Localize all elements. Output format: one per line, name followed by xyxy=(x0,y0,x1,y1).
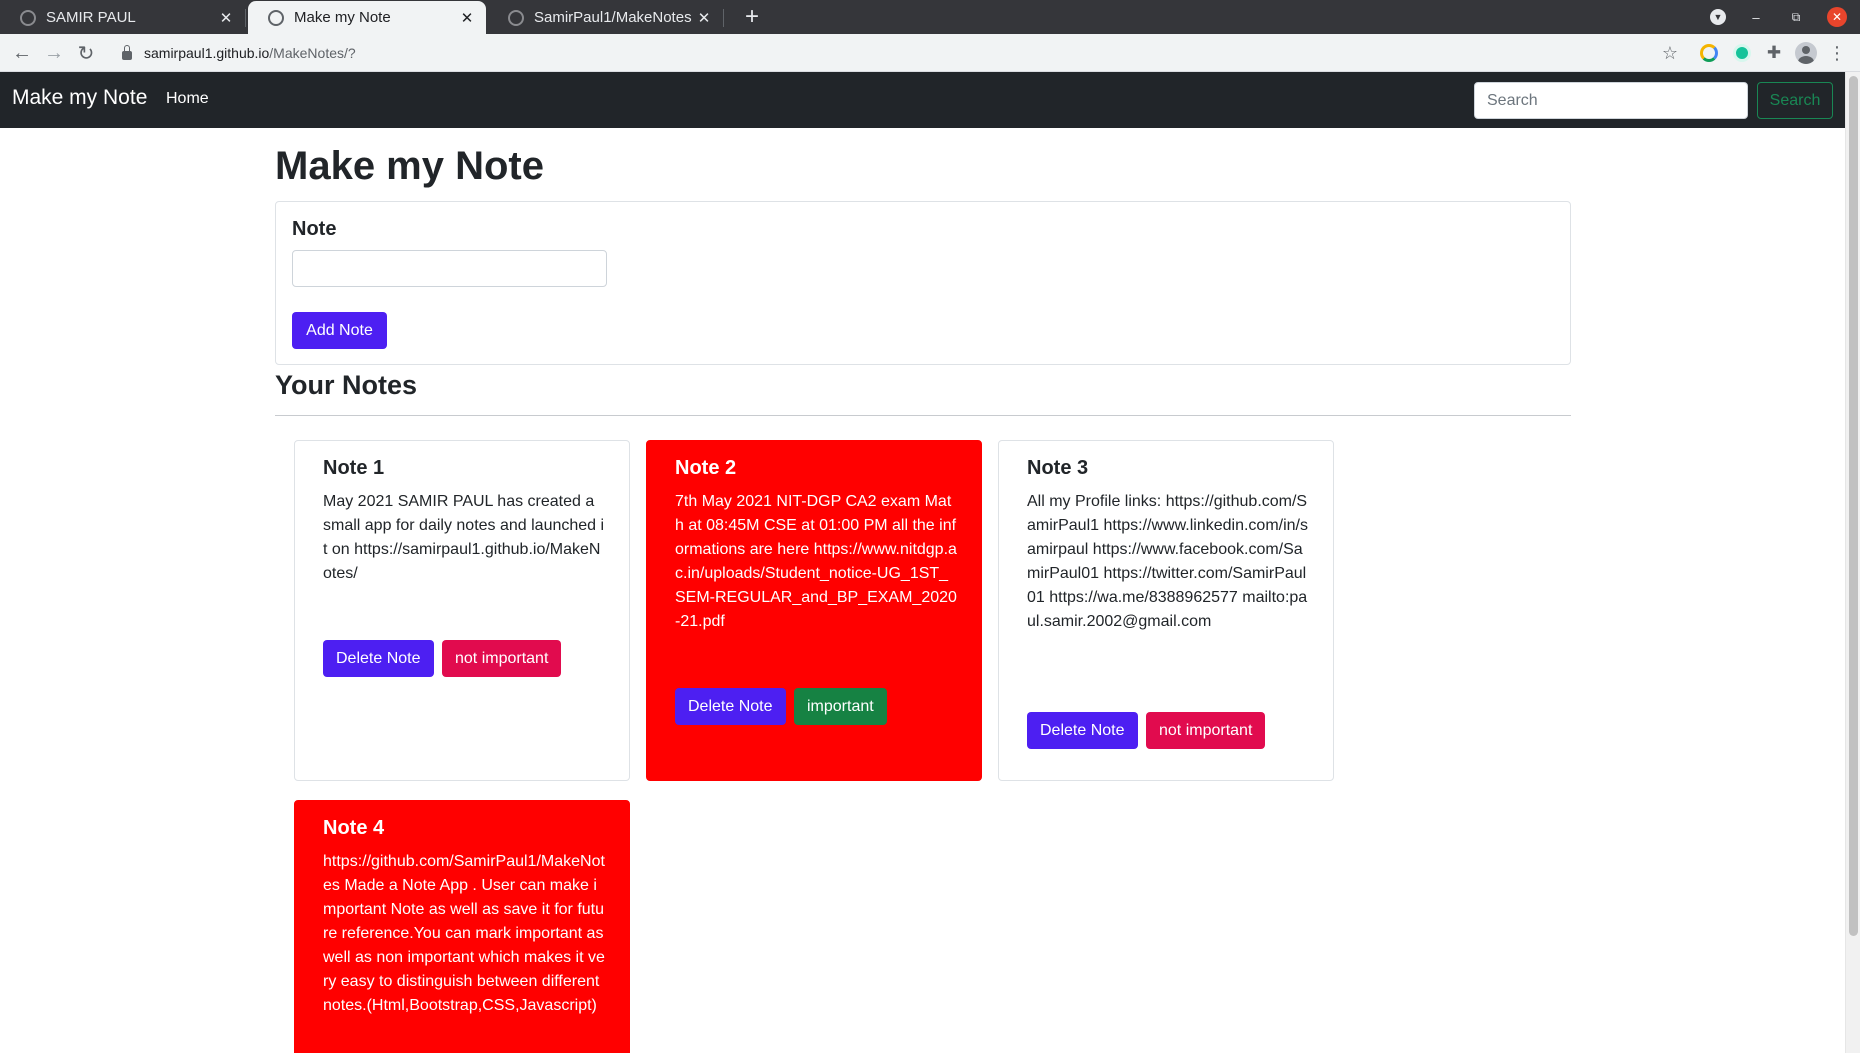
chevron-down-icon: ▼ xyxy=(1710,9,1726,25)
forward-button[interactable]: → xyxy=(40,39,68,67)
back-button[interactable]: ← xyxy=(8,39,36,67)
navbar-brand[interactable]: Make my Note xyxy=(12,86,147,110)
browser-tab-title: SAMIR PAUL xyxy=(46,9,136,26)
grammarly-extension-icon[interactable] xyxy=(1733,44,1751,62)
scrollbar-thumb[interactable] xyxy=(1849,76,1858,936)
page-viewport: Make my Note Home Search Make my Note No… xyxy=(0,72,1845,1053)
github-icon xyxy=(508,9,524,26)
note-text: May 2021 SAMIR PAUL has created a small … xyxy=(323,493,605,582)
browser-tab-strip: SAMIR PAUL ✕ Make my Note ✕ SamirPaul1/M… xyxy=(0,0,1860,34)
url-domain: samirpaul1.github.io xyxy=(144,45,270,61)
toggle-important-button[interactable]: not important xyxy=(1146,712,1266,749)
note-card-1: Note 1 May 2021 SAMIR PAUL has created a… xyxy=(294,440,630,781)
browser-tab-samir-paul[interactable]: SAMIR PAUL ✕ xyxy=(0,1,246,34)
note-card-4: Note 4 https://github.com/SamirPaul1/Mak… xyxy=(294,800,630,1053)
page-title: Make my Note xyxy=(275,144,544,188)
note-card-3: Note 3 All my Profile links: https://git… xyxy=(998,440,1334,781)
notes-heading: Your Notes xyxy=(275,370,418,400)
add-note-button[interactable]: Add Note xyxy=(292,312,387,349)
bookmark-star-icon[interactable]: ☆ xyxy=(1658,39,1682,67)
note-title: Note 3 xyxy=(1027,457,1089,479)
extension-color-icon[interactable] xyxy=(1700,44,1718,62)
address-bar[interactable]: samirpaul1.github.io/MakeNotes/? xyxy=(106,38,1692,68)
reload-button[interactable]: ↻ xyxy=(72,39,100,67)
divider xyxy=(275,415,1571,416)
browser-tab-make-my-note[interactable]: Make my Note ✕ xyxy=(248,1,486,34)
browser-toolbar: ← → ↻ samirpaul1.github.io/MakeNotes/? ☆… xyxy=(0,34,1860,72)
add-note-form: Note Add Note xyxy=(275,201,1571,365)
search-input[interactable] xyxy=(1474,82,1748,119)
url-path: /MakeNotes/? xyxy=(269,45,356,61)
note-text: https://github.com/SamirPaul1/MakeNotes … xyxy=(323,853,605,1014)
globe-icon xyxy=(268,9,284,26)
delete-note-button[interactable]: Delete Note xyxy=(1027,712,1138,749)
nav-home-link[interactable]: Home xyxy=(166,90,209,108)
note-text: All my Profile links: https://github.com… xyxy=(1027,493,1308,630)
toggle-important-button[interactable]: not important xyxy=(442,640,562,677)
extensions-puzzle-icon[interactable]: ✚ xyxy=(1764,43,1784,63)
browser-tab-title: Make my Note xyxy=(294,9,391,26)
lock-icon xyxy=(122,44,132,60)
delete-note-button[interactable]: Delete Note xyxy=(675,688,786,725)
search-button[interactable]: Search xyxy=(1757,82,1833,119)
note-title: Note 2 xyxy=(675,457,737,479)
new-tab-button[interactable]: + xyxy=(737,2,767,32)
toggle-important-button[interactable]: important xyxy=(794,688,887,725)
browser-tab-title: SamirPaul1/MakeNotes: M xyxy=(534,9,693,26)
globe-icon xyxy=(20,9,36,26)
browser-tab-github-repo[interactable]: SamirPaul1/MakeNotes: M ✕ xyxy=(488,1,724,34)
note-text: 7th May 2021 NIT-DGP CA2 exam Math at 08… xyxy=(675,493,957,630)
profile-avatar-icon[interactable] xyxy=(1795,42,1817,64)
close-tab-icon[interactable]: ✕ xyxy=(693,9,715,27)
maximize-button[interactable]: ⧉ xyxy=(1784,0,1808,34)
browser-menu-icon[interactable]: ⋮ xyxy=(1827,39,1847,67)
note-card-2: Note 2 7th May 2021 NIT-DGP CA2 exam Mat… xyxy=(646,440,982,781)
close-icon: ✕ xyxy=(1827,7,1847,27)
close-tab-icon[interactable]: ✕ xyxy=(215,9,237,27)
delete-note-button[interactable]: Delete Note xyxy=(323,640,434,677)
note-label: Note xyxy=(292,218,337,240)
close-window-button[interactable]: ✕ xyxy=(1825,0,1849,34)
note-title: Note 4 xyxy=(323,817,385,839)
tab-search-button[interactable]: ▼ xyxy=(1706,0,1730,34)
page-scrollbar[interactable] xyxy=(1845,72,1860,1053)
site-navbar: Make my Note Home Search xyxy=(0,72,1845,128)
url-text: samirpaul1.github.io/MakeNotes/? xyxy=(144,45,356,61)
minimize-button[interactable]: – xyxy=(1744,0,1768,34)
note-title: Note 1 xyxy=(323,457,385,479)
note-textarea[interactable] xyxy=(292,250,607,287)
close-tab-icon[interactable]: ✕ xyxy=(456,9,478,27)
